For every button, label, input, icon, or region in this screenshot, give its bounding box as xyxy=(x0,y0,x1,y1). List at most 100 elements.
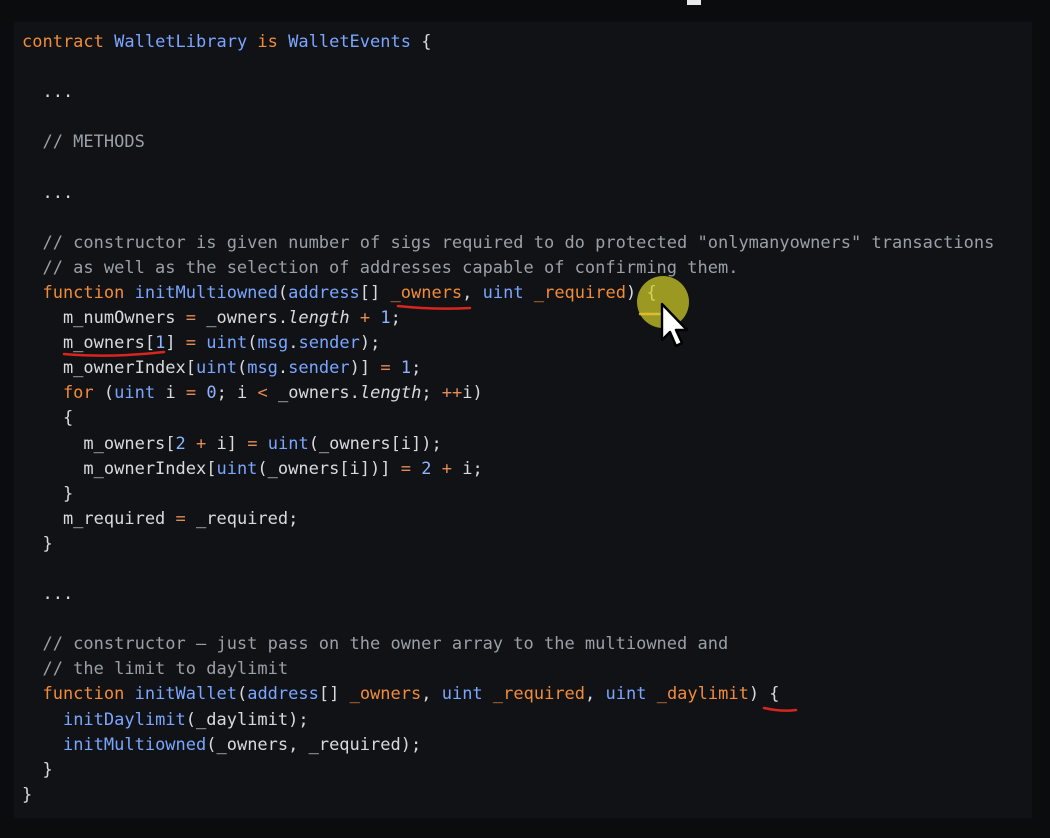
code-token: } xyxy=(22,759,53,780)
code-token: uint xyxy=(196,358,237,379)
code-token: [] xyxy=(359,282,391,303)
code-token: // as well as the selection of addresses… xyxy=(22,257,739,278)
code-token: m_ownerIndex[ xyxy=(22,358,196,379)
code-line: // the limit to daylimit xyxy=(22,657,994,682)
code-token: length xyxy=(288,308,350,329)
code-token: is xyxy=(247,32,289,52)
code-line: m_ownerIndex[uint(_owners[i])] = 2 + i; xyxy=(22,457,994,482)
code-token: address xyxy=(288,282,360,303)
mouse-pointer-icon xyxy=(660,302,689,348)
code-token: (_owners[i]); xyxy=(308,433,442,454)
code-token: // the limit to daylimit xyxy=(22,659,289,680)
code-token: initDaylimit xyxy=(62,709,186,730)
code-token: _required xyxy=(492,684,586,705)
code-token: function xyxy=(22,684,135,705)
code-token: = xyxy=(400,458,411,479)
code-token: msg xyxy=(257,333,289,354)
code-token: m_owners[ xyxy=(22,433,176,454)
code-token: _owners xyxy=(390,282,463,303)
code-token: = xyxy=(185,383,197,404)
code-line: ... xyxy=(22,181,994,206)
code-token: uint xyxy=(441,684,493,705)
code-token: uint xyxy=(482,282,534,303)
code-token: + xyxy=(196,433,207,454)
code-token: [] xyxy=(318,684,350,705)
code-token: m_ownerIndex[ xyxy=(22,458,217,479)
code-line: m_ownerIndex[uint(msg.sender)] = 1; xyxy=(22,356,994,381)
code-token: , xyxy=(421,684,442,705)
code-block: contract WalletLibrary is WalletEvents {… xyxy=(22,30,994,808)
code-token: } xyxy=(22,483,74,504)
code-token: )] xyxy=(349,358,381,379)
code-token: (_owners, _required); xyxy=(206,734,422,755)
code-token: uint xyxy=(206,333,248,354)
top-bar-marker xyxy=(687,0,701,5)
code-token: msg xyxy=(247,358,278,379)
code-token: + xyxy=(359,308,371,329)
code-line: ... xyxy=(22,80,994,105)
code-token: m_owners[ xyxy=(22,333,156,354)
code-token: _owners xyxy=(349,684,422,705)
code-token: // METHODS xyxy=(22,132,145,153)
code-token: sender xyxy=(298,333,360,354)
code-token: , xyxy=(585,684,606,705)
code-token: ) { xyxy=(748,684,780,705)
code-token: // constructor is given number of sigs r… xyxy=(22,232,995,253)
code-token: uint xyxy=(267,433,309,454)
code-token: function xyxy=(22,282,135,303)
code-line: } xyxy=(22,532,994,557)
code-line: } xyxy=(22,783,994,808)
code-token: ... xyxy=(22,182,74,203)
code-token: 1 xyxy=(380,308,391,329)
code-token: + xyxy=(441,458,452,479)
code-token: . xyxy=(288,333,299,354)
code-token: < xyxy=(257,383,268,404)
code-line: } xyxy=(22,482,994,507)
code-line: // constructor – just pass on the owner … xyxy=(22,632,994,657)
code-token: ( xyxy=(236,358,248,379)
code-line: function initWallet(address[] _owners, u… xyxy=(22,682,994,707)
code-line: initDaylimit(_daylimit); xyxy=(22,708,994,733)
code-token: = xyxy=(185,308,197,329)
code-token: i xyxy=(155,383,186,404)
code-token: } xyxy=(22,533,53,554)
code-token: ... xyxy=(22,584,74,605)
code-token: ( xyxy=(277,282,289,303)
code-token: i; xyxy=(451,458,483,479)
code-token: m_required xyxy=(22,508,176,529)
code-token: 2 xyxy=(421,458,432,479)
code-token: _daylimit xyxy=(656,684,749,705)
code-token: ; i xyxy=(216,383,258,404)
code-token: = xyxy=(247,433,258,454)
code-token: (_owners[i])] xyxy=(257,458,401,479)
code-token: (_daylimit); xyxy=(185,709,309,730)
code-line: m_owners[2 + i] = uint(_owners[i]); xyxy=(22,432,994,457)
code-token: 0 xyxy=(206,383,217,404)
code-token: ; xyxy=(390,308,401,329)
code-line: // as well as the selection of addresses… xyxy=(22,256,994,281)
code-token: m_numOwners xyxy=(22,308,186,329)
code-token: , xyxy=(462,282,483,303)
code-token: . xyxy=(277,358,289,379)
code-token: uint xyxy=(114,383,156,404)
code-line: { xyxy=(22,406,994,431)
code-token: _required xyxy=(533,282,626,303)
code-token: // constructor – just pass on the owner … xyxy=(22,634,729,655)
code-line: for (uint i = 0; i < _owners.length; ++i… xyxy=(22,381,994,406)
code-token: } xyxy=(22,784,33,805)
code-token: initWallet xyxy=(134,684,237,705)
code-line: initMultiowned(_owners, _required); xyxy=(22,733,994,758)
